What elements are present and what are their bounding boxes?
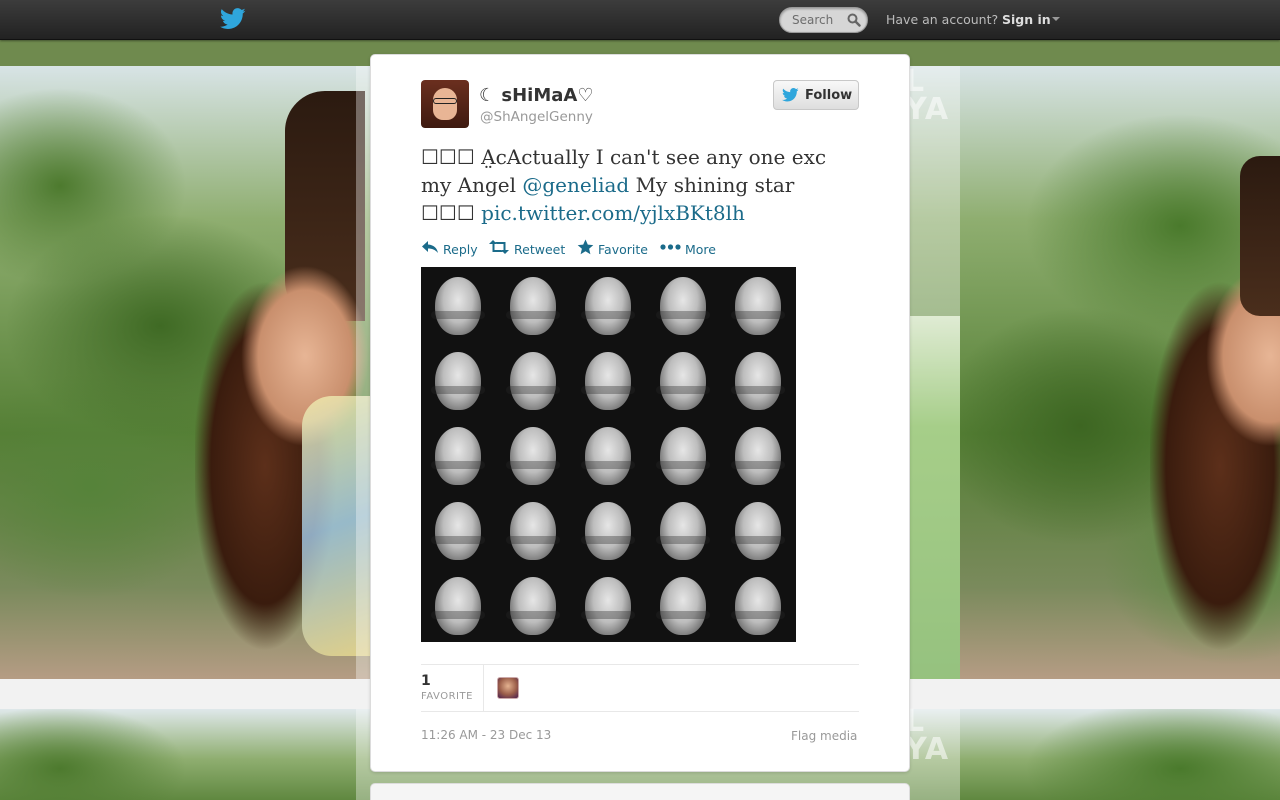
search-box	[779, 7, 868, 33]
media-link[interactable]: pic.twitter.com/yjlxBKt8lh	[481, 201, 745, 225]
screen-name[interactable]: @ShAngelGenny	[480, 109, 593, 125]
photo-tile	[646, 267, 721, 342]
favorite-action[interactable]: Favorite	[577, 238, 653, 258]
next-card	[370, 783, 910, 800]
photo-tile	[496, 267, 571, 342]
photo-tile	[571, 417, 646, 492]
search-icon[interactable]	[847, 13, 861, 27]
reply-label: Reply	[443, 242, 478, 257]
retweet-label: Retweet	[514, 242, 566, 257]
more-action[interactable]: More	[660, 238, 722, 258]
stats-divider	[483, 665, 484, 711]
favorite-count-label: FAVORITE	[421, 691, 473, 702]
top-bar: Have an account? Sign in	[0, 0, 1280, 40]
avatar[interactable]	[421, 80, 469, 128]
tweet-stats: 1 FAVORITE	[421, 664, 859, 712]
photo-tile	[496, 417, 571, 492]
retweet-action[interactable]: Retweet	[489, 238, 569, 258]
tweet-card: ☾ sHiMaA♡ @ShAngelGenny Follow ☐☐☐ A̤cAc…	[370, 54, 910, 772]
retweet-icon	[489, 240, 509, 254]
photo-tile	[646, 567, 721, 642]
photo-tile	[496, 567, 571, 642]
follow-button[interactable]: Follow	[773, 80, 859, 110]
star-icon	[577, 239, 594, 255]
photo-tile	[421, 492, 496, 567]
photo-tile	[571, 342, 646, 417]
tweet-photo[interactable]	[421, 267, 796, 642]
favoriter-avatar[interactable]	[497, 677, 519, 699]
photo-tile	[646, 342, 721, 417]
tweet-text: ☐☐☐ A̤cActually I can't see any one exc …	[421, 143, 841, 227]
photo-tile	[421, 567, 496, 642]
photo-tile	[571, 492, 646, 567]
display-name[interactable]: ☾ sHiMaA♡	[479, 85, 593, 106]
photo-tile	[421, 342, 496, 417]
favorite-count[interactable]: 1	[421, 673, 431, 689]
photo-tile	[421, 267, 496, 342]
photo-tile	[721, 567, 796, 642]
photo-tile	[496, 342, 571, 417]
photo-tile	[721, 417, 796, 492]
reply-icon	[422, 241, 438, 253]
have-account-text: Have an account?	[886, 12, 999, 27]
flag-media-link[interactable]: Flag media	[791, 729, 857, 743]
photo-tile	[421, 417, 496, 492]
photo-tile	[646, 417, 721, 492]
photo-tile	[721, 267, 796, 342]
photo-tile	[646, 492, 721, 567]
mention-link[interactable]: @geneliad	[522, 173, 629, 197]
photo-tile	[721, 342, 796, 417]
search-input[interactable]	[780, 8, 850, 32]
background-watermark-repeat: L YA	[905, 704, 950, 767]
photo-tile	[571, 567, 646, 642]
twitter-bird-icon	[782, 88, 799, 102]
more-dots-icon	[660, 244, 681, 250]
favorite-label: Favorite	[598, 242, 648, 257]
reply-action[interactable]: Reply	[421, 238, 481, 258]
background-watermark: L YA	[905, 64, 950, 127]
photo-tile	[571, 267, 646, 342]
follow-button-label: Follow	[805, 88, 853, 103]
tweet-timestamp: 11:26 AM - 23 Dec 13	[421, 728, 552, 742]
sign-in-link[interactable]: Sign in	[1002, 12, 1051, 27]
twitter-bird-icon[interactable]	[220, 8, 246, 30]
photo-tile	[496, 492, 571, 567]
caret-down-icon[interactable]	[1052, 17, 1060, 21]
photo-tile	[721, 492, 796, 567]
more-label: More	[685, 242, 716, 257]
